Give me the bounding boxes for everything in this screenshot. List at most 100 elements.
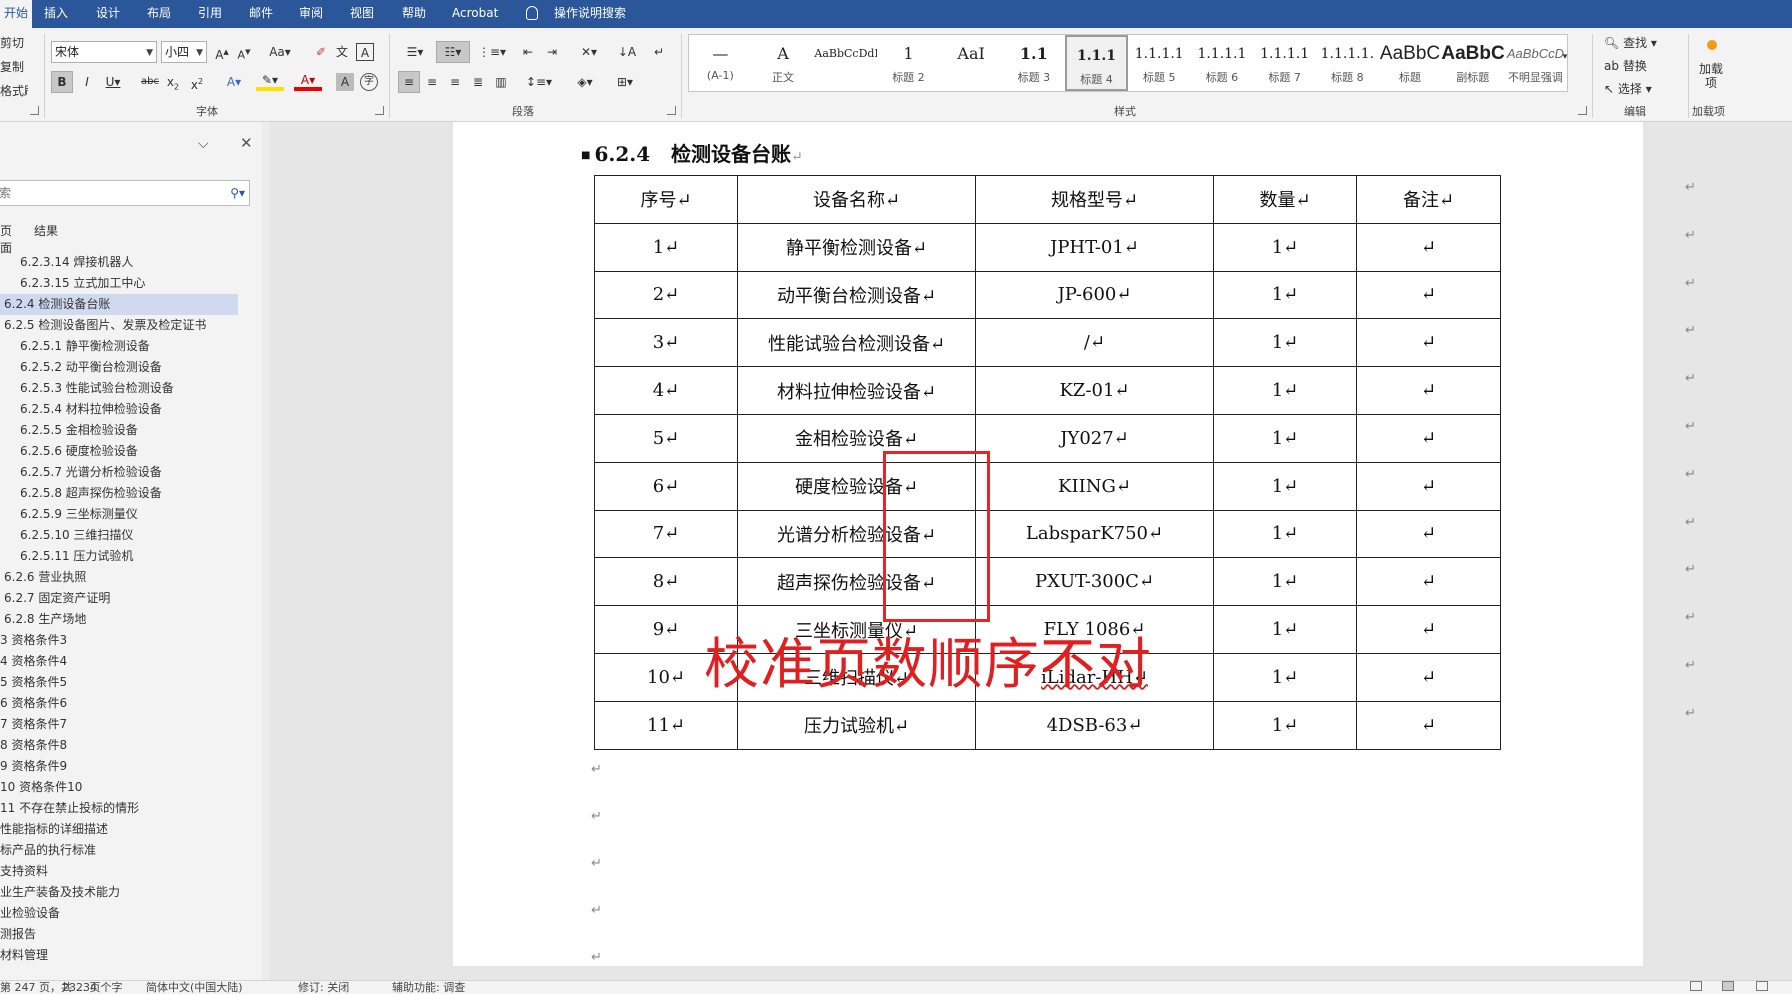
chevron-down-icon[interactable]: ⌵ (198, 136, 209, 152)
nav-item[interactable]: 业检验设备 (0, 903, 238, 924)
align-left-icon[interactable]: ≡ (398, 71, 420, 93)
styles-more-icon[interactable]: ▾ (1558, 46, 1572, 68)
read-mode-icon[interactable] (1690, 981, 1702, 991)
table-cell[interactable]: 4↵ (594, 366, 738, 415)
paragraph-mark[interactable]: ↵ (591, 809, 602, 824)
nav-item[interactable]: 6.2.6 营业执照 (0, 567, 238, 588)
table-cell[interactable]: 11↵ (594, 700, 738, 750)
sort-icon[interactable]: ↓A (616, 41, 638, 63)
table-cell[interactable]: 1↵ (1213, 700, 1357, 750)
column-header[interactable]: 设备名称↵ (737, 175, 976, 224)
table-cell[interactable]: 8↵ (594, 557, 738, 607)
status-accessibility[interactable]: 辅助功能: 调查 (392, 981, 465, 994)
style-item[interactable]: 1.1.1.1 标题 5 (1128, 35, 1191, 91)
status-track-changes[interactable]: 修订: 关闭 (298, 981, 349, 994)
enclose-character-icon[interactable]: 字 (360, 73, 378, 91)
status-language[interactable]: 简体中文(中国大陆) (146, 981, 243, 994)
style-item[interactable]: 1.1.1.1 标题 7 (1253, 35, 1316, 91)
tab-help[interactable]: 帮助 (402, 0, 426, 28)
table-cell[interactable]: 1↵ (1213, 461, 1357, 511)
tab-acrobat[interactable]: Acrobat (452, 0, 498, 28)
table-cell[interactable]: ↵ (1356, 270, 1501, 320)
nav-item[interactable]: 6.2.5.9 三坐标测量仪 (0, 504, 238, 525)
table-cell[interactable]: 动平衡台检测设备↵ (737, 270, 976, 320)
tab-mailings[interactable]: 邮件 (249, 0, 273, 28)
nav-item[interactable]: 6.2.5.3 性能试验台检测设备 (0, 378, 238, 399)
replace-button[interactable]: ab 替换 (1604, 57, 1647, 74)
strikethrough-button[interactable]: abc (138, 71, 162, 93)
tab-references[interactable]: 引用 (198, 0, 222, 28)
format-painter-button[interactable]: 格式刷 (0, 80, 28, 102)
column-header[interactable]: 备注↵ (1356, 175, 1501, 224)
nav-item[interactable]: 6.2.5.7 光谱分析检验设备 (0, 462, 238, 483)
close-icon[interactable]: ✕ (240, 134, 253, 152)
paragraph-mark[interactable]: ↵ (591, 856, 602, 871)
align-right-icon[interactable]: ≡ (445, 71, 465, 93)
table-cell[interactable]: 1↵ (1213, 605, 1357, 654)
find-button[interactable]: 🔍︎ 查找 ▾ (1604, 34, 1657, 51)
table-cell[interactable]: 1↵ (1213, 222, 1357, 272)
nav-item[interactable]: 4 资格条件4 (0, 651, 238, 672)
nav-item[interactable]: 业生产装备及技术能力 (0, 882, 238, 903)
distributed-icon[interactable]: ▥ (491, 71, 511, 93)
italic-button[interactable]: I (78, 71, 96, 93)
table-cell[interactable]: 材料拉伸检验设备↵ (737, 366, 976, 415)
tab-insert[interactable]: 插入 (44, 0, 68, 28)
table-cell[interactable]: 静平衡检测设备↵ (737, 222, 976, 272)
nav-item[interactable]: 测报告 (0, 924, 238, 945)
nav-item[interactable]: 8 资格条件8 (0, 735, 238, 756)
table-cell[interactable]: 2↵ (594, 270, 738, 320)
nav-item[interactable]: 6.2.5 检测设备图片、发票及检定证书 (0, 315, 238, 336)
nav-item[interactable]: 6.2.5.10 三维扫描仪 (0, 525, 238, 546)
table-cell[interactable]: JP-600↵ (975, 270, 1214, 320)
nav-item[interactable]: 7 资格条件7 (0, 714, 238, 735)
copy-button[interactable]: 复制 (0, 56, 24, 78)
change-case-icon[interactable]: Aa▾ (266, 41, 294, 63)
status-words[interactable]: 23234 个字 (62, 981, 123, 994)
shading-icon[interactable]: ◈▾ (568, 71, 602, 93)
table-cell[interactable]: ↵ (1356, 652, 1501, 702)
table-cell[interactable]: ↵ (1356, 700, 1501, 750)
shrink-font-icon[interactable]: A▼ (235, 41, 253, 63)
nav-item[interactable]: 6.2.3.15 立式加工中心 (0, 273, 238, 294)
paragraph-mark[interactable]: ↵ (591, 762, 602, 777)
column-header[interactable]: 规格型号↵ (975, 175, 1214, 224)
superscript-button[interactable]: x2 (188, 71, 206, 93)
table-cell[interactable]: /↵ (975, 318, 1214, 368)
table-cell[interactable]: 1↵ (1213, 270, 1357, 320)
nav-item[interactable]: 6.2.5.4 材料拉伸检验设备 (0, 399, 238, 420)
table-cell[interactable]: 5↵ (594, 413, 738, 463)
justify-icon[interactable]: ≣ (468, 71, 488, 93)
nav-item[interactable]: 标产品的执行标准 (0, 840, 238, 861)
nav-item[interactable]: 6.2.5.5 金相检验设备 (0, 420, 238, 441)
line-spacing-icon[interactable]: ↕≡▾ (522, 71, 556, 93)
style-item[interactable]: 1.1.1 标题 4 (1065, 35, 1128, 91)
table-cell[interactable]: 6↵ (594, 461, 738, 511)
table-cell[interactable]: JY027↵ (975, 413, 1214, 463)
text-effects-icon[interactable]: A▾ (220, 71, 248, 93)
nav-item[interactable]: 6.2.5.1 静平衡检测设备 (0, 336, 238, 357)
borders-icon[interactable]: ⊞▾ (608, 71, 642, 93)
styles-launcher-icon[interactable] (1578, 106, 1587, 115)
underline-button[interactable]: U▾ (100, 71, 126, 93)
paragraph-mark[interactable]: ↵ (591, 903, 602, 918)
show-marks-icon[interactable]: ↵ (650, 41, 668, 63)
tab-design[interactable]: 设计 (96, 0, 120, 28)
bold-button[interactable]: B (51, 71, 73, 93)
table-cell[interactable]: ↵ (1356, 413, 1501, 463)
subscript-button[interactable]: x2 (164, 71, 182, 93)
style-item[interactable]: 1.1 标题 3 (1003, 35, 1066, 91)
nav-item[interactable]: 支持资料 (0, 861, 238, 882)
tab-layout[interactable]: 布局 (147, 0, 171, 28)
multilevel-list-icon[interactable]: ⋮≡▾ (475, 41, 509, 63)
table-cell[interactable]: ↵ (1356, 605, 1501, 654)
table-cell[interactable]: ↵ (1356, 222, 1501, 272)
table-cell[interactable]: 性能试验台检测设备↵ (737, 318, 976, 368)
style-item[interactable]: A 正文 (752, 35, 815, 91)
nav-item[interactable]: 6.2.8 生产场地 (0, 609, 238, 630)
table-cell[interactable]: ↵ (1356, 366, 1501, 415)
style-item[interactable]: AaBbCcDdI (814, 35, 877, 91)
table-cell[interactable]: KZ-01↵ (975, 366, 1214, 415)
cut-button[interactable]: 剪切 (0, 32, 24, 54)
web-layout-icon[interactable] (1756, 981, 1768, 991)
